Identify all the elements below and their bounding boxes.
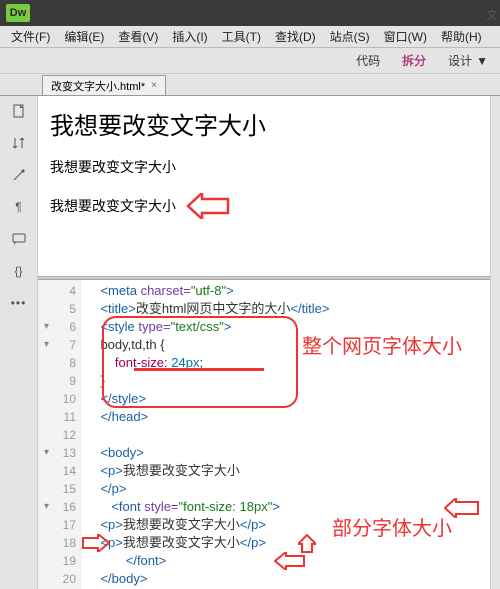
code-body[interactable]: <meta charset="utf-8"> <title>改变html网页中文…	[82, 280, 490, 589]
tool-wand-icon[interactable]	[8, 166, 30, 184]
view-design[interactable]: 设计▼	[448, 52, 488, 69]
code-editor[interactable]: 456789101112131415161718192021 <meta cha…	[38, 280, 490, 589]
close-icon[interactable]: ×	[151, 80, 157, 91]
chevron-down-icon: ▼	[476, 54, 488, 68]
tool-sort-icon[interactable]	[8, 134, 30, 152]
right-panel-letter: 文	[486, 6, 498, 23]
menu-tools[interactable]: 工具(T)	[215, 28, 268, 45]
menu-file[interactable]: 文件(F)	[4, 28, 57, 45]
tool-brackets-icon[interactable]: {}	[8, 262, 30, 280]
tab-label: 改变文字大小.html*	[51, 78, 145, 94]
main-area: 我想要改变文字大小 我想要改变文字大小 我想要改变文字大小 4567891011…	[38, 96, 490, 589]
view-toolbar: 代码 拆分 设计▼	[0, 48, 500, 74]
menubar: 文件(F) 编辑(E) 查看(V) 插入(I) 工具(T) 查找(D) 站点(S…	[0, 26, 500, 48]
view-code[interactable]: 代码	[356, 52, 380, 69]
workspace: ¶ {} ••• 我想要改变文字大小 我想要改变文字大小 我想要改变文字大小 4…	[0, 96, 500, 589]
view-split[interactable]: 拆分	[402, 52, 426, 69]
menu-window[interactable]: 窗口(W)	[377, 28, 434, 45]
preview-text-normal: 我想要改变文字大小	[50, 157, 478, 177]
menu-insert[interactable]: 插入(I)	[165, 28, 214, 45]
menu-help[interactable]: 帮助(H)	[434, 28, 489, 45]
preview-text-large: 我想要改变文字大小	[50, 106, 478, 141]
tool-more-icon[interactable]: •••	[8, 294, 30, 312]
line-gutter: 456789101112131415161718192021	[38, 280, 82, 589]
preview-text-normal-2: 我想要改变文字大小	[50, 196, 176, 216]
annotation-arrow-left-icon	[186, 193, 230, 219]
document-tab[interactable]: 改变文字大小.html* ×	[42, 75, 166, 95]
tool-text-icon[interactable]: ¶	[8, 198, 30, 216]
live-preview: 我想要改变文字大小 我想要改变文字大小 我想要改变文字大小	[38, 96, 490, 276]
left-toolbar: ¶ {} •••	[0, 96, 38, 589]
tool-file-icon[interactable]	[8, 102, 30, 120]
menu-edit[interactable]: 编辑(E)	[57, 28, 111, 45]
menu-site[interactable]: 站点(S)	[323, 28, 377, 45]
document-tabbar: 改变文字大小.html* ×	[0, 74, 500, 96]
right-panel-edge[interactable]: 文	[490, 96, 500, 589]
menu-view[interactable]: 查看(V)	[111, 28, 165, 45]
titlebar: Dw	[0, 0, 500, 26]
tool-comment-icon[interactable]	[8, 230, 30, 248]
app-logo: Dw	[6, 4, 30, 22]
menu-find[interactable]: 查找(D)	[268, 28, 323, 45]
